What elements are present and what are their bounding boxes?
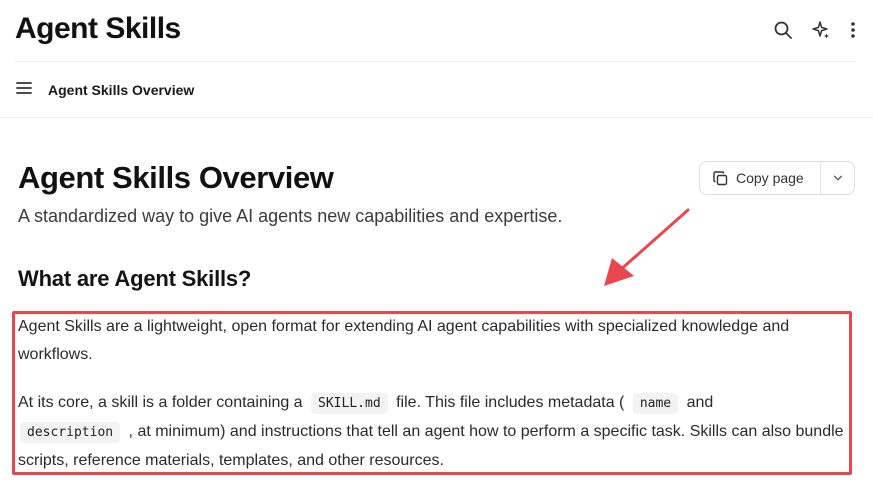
site-title[interactable]: Agent Skills [15,12,181,46]
code-skill-md: SKILL.md [311,393,388,414]
para-text: , at minimum) and instructions that tell… [18,423,844,469]
para-text: At its core, a skill is a folder contain… [18,394,303,411]
copy-page-control: Copy page [699,161,855,195]
section-heading: What are Agent Skills? [18,266,252,291]
ai-assistant-button[interactable] [809,18,833,42]
para-text: and [686,394,714,411]
annotation-arrow [604,208,690,286]
more-vertical-icon [851,22,855,38]
search-button[interactable] [771,18,795,42]
hamburger-menu-icon [16,82,32,94]
top-header: Agent Skills [0,0,873,62]
header-actions [771,18,859,42]
intro-paragraph: Agent Skills are a lightweight, open for… [18,318,790,363]
page: Agent Skills Agent Skills Overview Agent… [0,0,873,483]
page-subtitle: A standardized way to give AI agents new… [18,206,563,226]
breadcrumb-current: Agent Skills Overview [48,82,195,98]
copy-options-dropdown[interactable] [820,162,854,194]
nav-divider [0,117,873,118]
sparkle-icon [812,21,829,39]
search-icon [774,21,792,39]
copy-icon [713,170,728,185]
breadcrumb: Agent Skills Overview [0,62,873,117]
code-name: name [632,393,679,414]
sidebar-toggle-button[interactable] [16,81,34,97]
more-options-button[interactable] [847,18,859,42]
details-paragraph: At its core, a skill is a folder contain… [18,389,858,475]
page-title: Agent Skills Overview [18,160,334,195]
para-text: file. This file includes metadata ( [396,394,625,411]
chevron-down-icon [833,175,842,181]
code-description: description [20,422,121,443]
copy-page-label: Copy page [736,170,804,186]
copy-page-button[interactable]: Copy page [700,162,820,194]
